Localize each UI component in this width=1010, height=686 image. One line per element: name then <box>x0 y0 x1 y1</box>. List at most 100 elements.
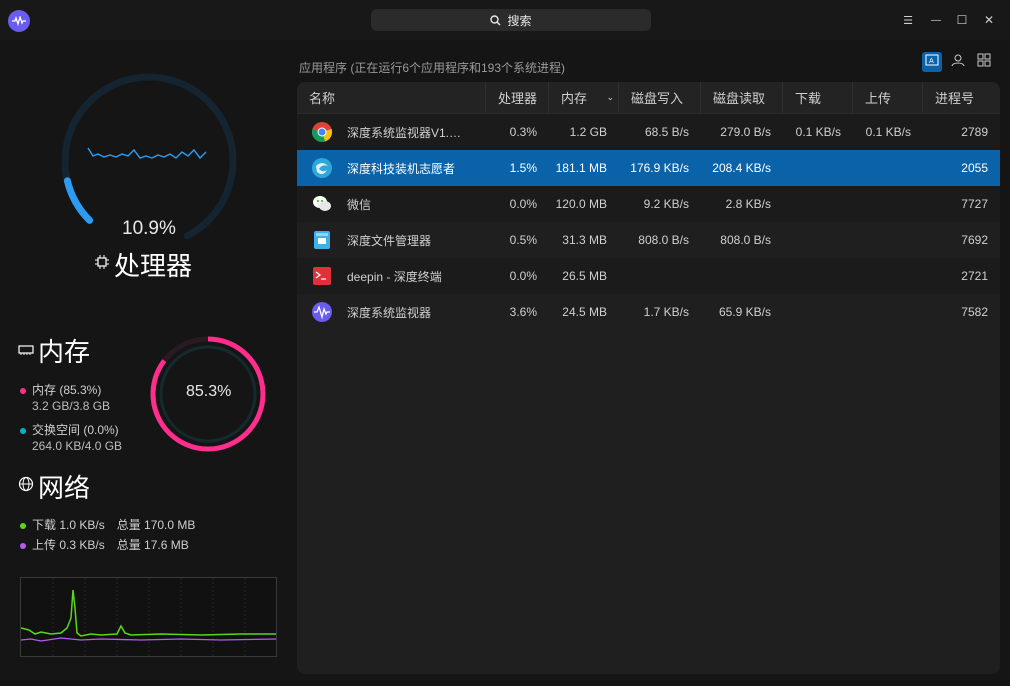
terminal-icon <box>311 265 333 287</box>
cpu-chip-icon <box>94 254 110 275</box>
svg-text:A: A <box>929 57 934 65</box>
process-memory-cell: 120.0 MB <box>555 197 607 211</box>
minimize-button[interactable]: — <box>928 12 944 28</box>
process-disk-read-cell: 279.0 B/s <box>720 125 771 139</box>
close-button[interactable]: ✕ <box>981 12 997 28</box>
system-monitor-icon <box>311 301 333 323</box>
table-row[interactable]: 深度系统监视器V1.… 0.3% 1.2 GB 68.5 B/s 279.0 B/s 0.… <box>297 114 1000 150</box>
deepin-installer-icon <box>311 157 333 179</box>
column-cpu[interactable]: 处理器 <box>486 82 549 113</box>
process-disk-read-cell: 2.8 KB/s <box>725 197 771 211</box>
memory-title: 内存 <box>38 337 91 367</box>
column-pid[interactable]: 进程号 <box>923 82 1000 113</box>
table-row[interactable]: deepin - 深度终端 0.0% 26.5 MB 2721 <box>297 258 1000 294</box>
swap-label: 交换空间 (0.0%) <box>32 423 119 437</box>
process-pid-cell: 7692 <box>961 233 988 247</box>
process-memory-cell: 24.5 MB <box>562 305 607 319</box>
minimize-icon: — <box>931 14 941 26</box>
process-cpu-cell: 0.3% <box>509 125 537 139</box>
process-disk-write-cell: 176.9 KB/s <box>630 161 689 175</box>
memory-detail: 3.2 GB/3.8 GB <box>32 399 111 413</box>
download-rate: 下载 1.0 KB/s <box>32 518 105 532</box>
table-row[interactable]: 深度系统监视器 3.6% 24.5 MB 1.7 KB/s 65.9 KB/s 7582 <box>297 294 1000 330</box>
column-memory-label: 内存 <box>561 91 588 106</box>
wechat-icon <box>311 193 333 215</box>
memory-chip-icon <box>18 342 34 360</box>
process-name-cell: 深度系统监视器V1.… <box>297 121 486 143</box>
grid-icon <box>977 53 991 72</box>
globe-icon <box>18 476 34 497</box>
menu-button[interactable]: ☰ <box>900 12 916 28</box>
network-legend: 下载 1.0 KB/s 总量 170.0 MB 上传 0.3 KB/s 总量 17.… <box>20 517 195 553</box>
column-disk-read[interactable]: 磁盘读取 <box>701 82 783 113</box>
column-download[interactable]: 下载 <box>783 82 853 113</box>
cpu-percent: 10.9% <box>122 218 176 239</box>
network-title: 网络 <box>38 473 91 503</box>
process-name: 深度系统监视器 <box>347 305 432 320</box>
user-view-button[interactable] <box>948 52 968 72</box>
process-name-cell: 深度系统监视器 <box>297 301 486 323</box>
process-memory-cell: 1.2 GB <box>569 125 607 139</box>
column-name[interactable]: 名称 <box>297 82 486 113</box>
table-header: 名称 处理器 内存 ⌄ 磁盘写入 磁盘读取 下载 上传 进程号 <box>297 82 1000 114</box>
search-icon <box>490 14 502 26</box>
process-memory-cell: 26.5 MB <box>562 269 607 283</box>
process-disk-write-cell: 68.5 B/s <box>644 125 689 139</box>
process-name-cell: 深度文件管理器 <box>297 229 486 251</box>
network-chart <box>20 577 277 657</box>
process-pid-cell: 2055 <box>961 161 988 175</box>
process-name-cell: deepin - 深度终端 <box>297 265 486 287</box>
table-row[interactable]: 深度科技装机志愿者 1.5% 181.1 MB 176.9 KB/s 208.4 KB/… <box>297 150 1000 186</box>
maximize-button[interactable]: ☐ <box>954 12 970 28</box>
process-disk-read-cell: 65.9 KB/s <box>718 305 771 319</box>
search-label: 搜索 <box>507 13 532 28</box>
process-name-cell: 微信 <box>297 193 486 215</box>
cpu-title: 处理器 <box>114 251 193 281</box>
table-body: 深度系统监视器V1.… 0.3% 1.2 GB 68.5 B/s 279.0 B/s 0.… <box>297 114 1000 330</box>
network-heading: 网络 <box>18 468 90 505</box>
process-view-button[interactable] <box>974 52 994 72</box>
search-box[interactable]: 搜索 <box>371 9 651 31</box>
cpu-heading: 处理器 <box>94 246 192 283</box>
process-disk-write-cell: 808.0 B/s <box>638 233 689 247</box>
upload-dot-icon <box>20 542 26 549</box>
sort-chevron-icon: ⌄ <box>606 92 614 102</box>
process-table: 名称 处理器 内存 ⌄ 磁盘写入 磁盘读取 下载 上传 进程号 深度系统监视器V… <box>297 82 1000 674</box>
upload-rate: 上传 0.3 KB/s <box>32 538 105 552</box>
process-cpu-cell: 0.0% <box>509 197 537 211</box>
table-row[interactable]: 微信 0.0% 120.0 MB 9.2 KB/s 2.8 KB/s 7727 <box>297 186 1000 222</box>
process-upload-cell: 0.1 KB/s <box>865 125 911 139</box>
column-disk-write[interactable]: 磁盘写入 <box>619 82 701 113</box>
title-bar: 搜索 ☰ — ☐ ✕ <box>0 0 1010 40</box>
memory-percent: 85.3% <box>186 383 232 400</box>
process-name: deepin - 深度终端 <box>347 269 442 284</box>
process-summary: 应用程序 (正在运行6个应用程序和193个系统进程) <box>299 61 566 75</box>
process-pid-cell: 2721 <box>961 269 988 283</box>
upload-total: 总量 17.6 MB <box>116 538 189 552</box>
process-pid-cell: 7582 <box>961 305 988 319</box>
app-logo-icon[interactable] <box>8 10 30 32</box>
process-name: 深度科技装机志愿者 <box>347 161 456 176</box>
monitor-panel: 10.9% 处理器 内存 内存 (85.3%) 3.2 GB/3.8 GB 交换… <box>0 40 296 686</box>
column-memory[interactable]: 内存 ⌄ <box>549 82 619 113</box>
maximize-icon: ☐ <box>956 13 968 27</box>
column-upload[interactable]: 上传 <box>853 82 923 113</box>
swap-detail: 264.0 KB/4.0 GB <box>32 439 123 453</box>
process-memory-cell: 31.3 MB <box>562 233 607 247</box>
process-cpu-cell: 1.5% <box>509 161 537 175</box>
process-panel: 应用程序 (正在运行6个应用程序和193个系统进程) A 名称 处理器 内存 ⌄… <box>296 40 1010 686</box>
process-name: 深度系统监视器V1.… <box>347 125 462 140</box>
download-dot-icon <box>20 522 26 529</box>
app-view-icon: A <box>925 53 939 71</box>
process-cpu-cell: 0.0% <box>509 269 537 283</box>
process-download-cell: 0.1 KB/s <box>795 125 841 139</box>
memory-heading: 内存 <box>18 332 90 369</box>
process-pid-cell: 2789 <box>961 125 988 139</box>
process-cpu-cell: 0.5% <box>509 233 537 247</box>
process-cpu-cell: 3.6% <box>509 305 537 319</box>
close-icon: ✕ <box>983 13 995 27</box>
process-disk-read-cell: 208.4 KB/s <box>712 161 771 175</box>
table-row[interactable]: 深度文件管理器 0.5% 31.3 MB 808.0 B/s 808.0 B/s 7692 <box>297 222 1000 258</box>
process-disk-read-cell: 808.0 B/s <box>720 233 771 247</box>
app-view-button[interactable]: A <box>922 52 942 72</box>
